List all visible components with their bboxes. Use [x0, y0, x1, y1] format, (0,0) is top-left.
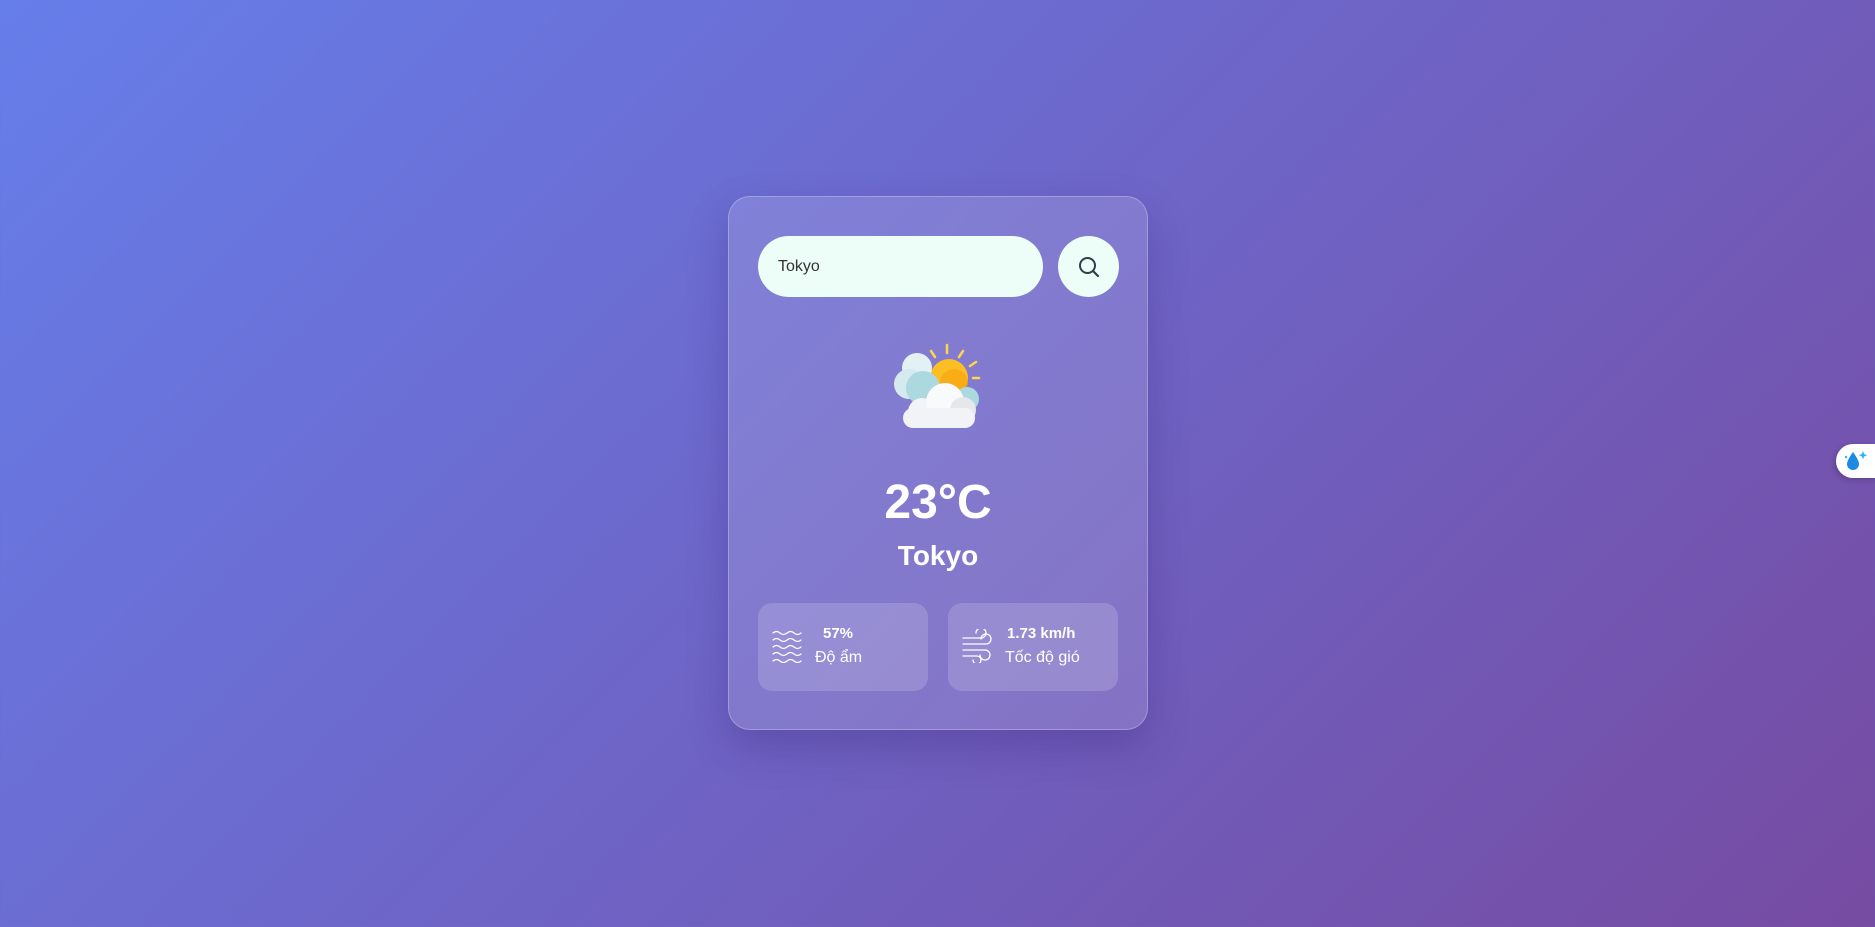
waves-icon — [771, 629, 803, 664]
search-icon — [1077, 255, 1101, 279]
temperature: 23°C — [884, 476, 992, 529]
humidity-box: 57% Độ ẩm — [758, 603, 928, 691]
wind-box: 1.73 km/h Tốc độ gió — [948, 603, 1118, 691]
wind-speed-label: Tốc độ gió — [1005, 649, 1080, 666]
humidity-value: 57% — [823, 625, 854, 642]
search-bar — [758, 236, 1119, 297]
wind-icon — [961, 627, 993, 665]
city-name: Tokyo — [897, 540, 979, 571]
search-input[interactable] — [758, 236, 1043, 297]
humidity-label: Độ ẩm — [815, 649, 863, 666]
partly-cloudy-icon — [887, 342, 991, 432]
wind-speed-value: 1.73 km/h — [1007, 625, 1076, 642]
side-widget-button[interactable] — [1836, 444, 1875, 478]
search-button[interactable] — [1058, 236, 1119, 297]
weather-card: 23°C Tokyo 57% Độ ẩm 1.73 km/h Tốc độ gi… — [728, 196, 1148, 730]
